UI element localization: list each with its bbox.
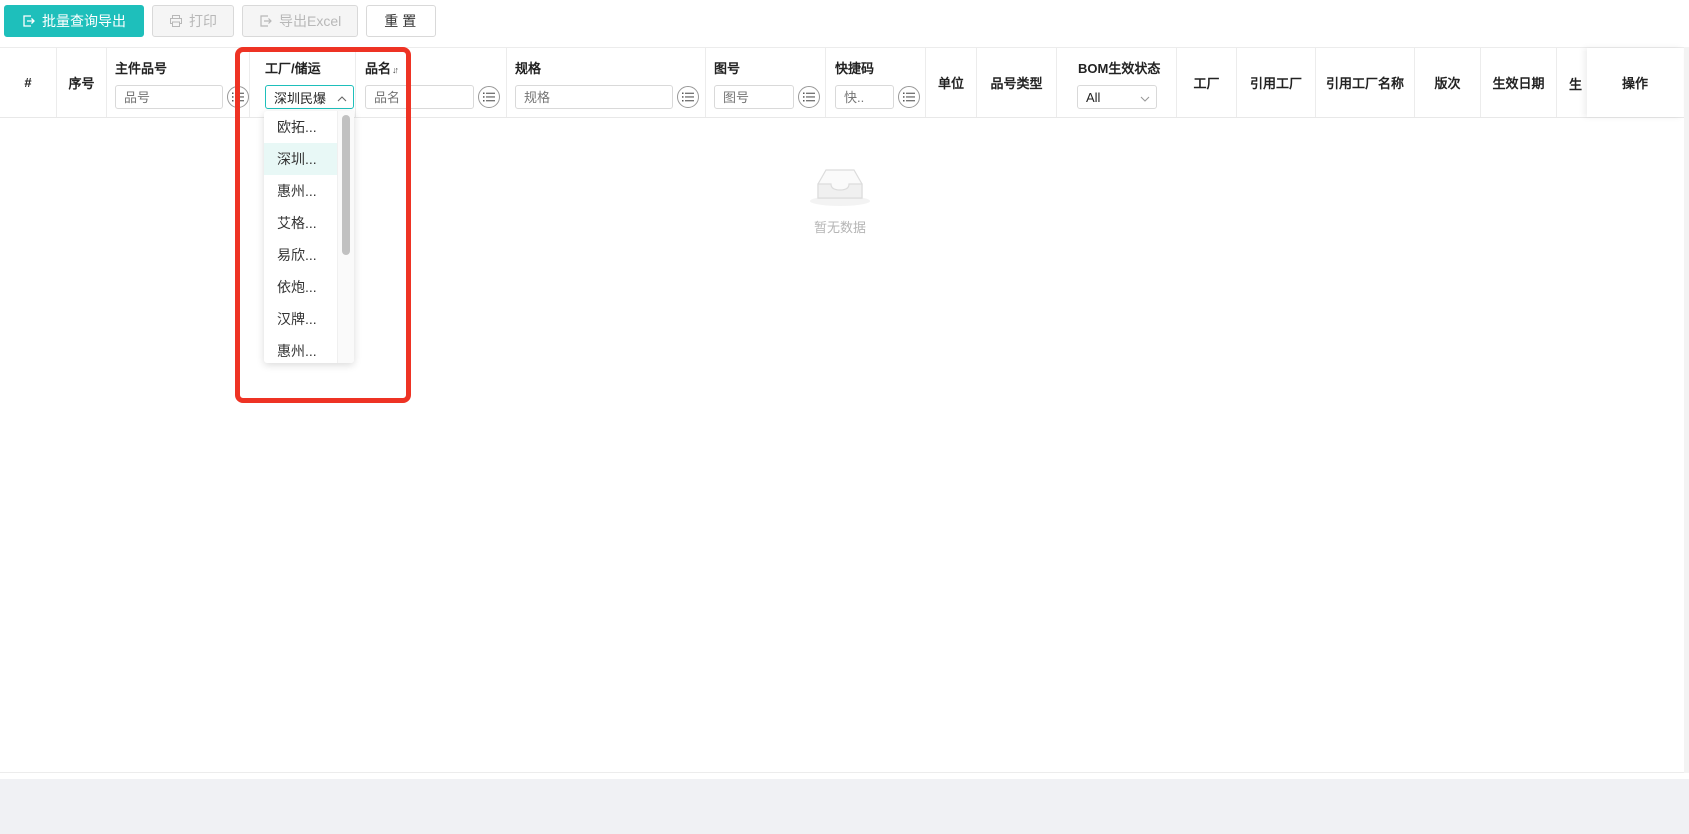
toolbar: 批量查询导出 打印 导出Excel 重置 xyxy=(4,5,437,37)
col-spec-title: 规格 xyxy=(515,61,542,76)
col-unit-title: 单位 xyxy=(937,76,964,91)
export-icon xyxy=(22,14,36,28)
col-ref-plant-title: 引用工厂 xyxy=(1249,76,1302,91)
col-ref-plant: 引用工厂 xyxy=(1237,48,1316,117)
drawing-no-filter-input[interactable] xyxy=(714,85,794,109)
col-drawing-no: 图号 xyxy=(706,48,826,117)
col-version-title: 版次 xyxy=(1434,76,1461,91)
vertical-scrollbar[interactable] xyxy=(1684,47,1689,773)
bom-status-filter-value: All xyxy=(1086,89,1101,105)
col-drawing-no-title: 图号 xyxy=(714,61,741,76)
printer-icon xyxy=(169,14,183,28)
col-shortcut-code: 快捷码 xyxy=(826,48,926,117)
list-filter-icon[interactable] xyxy=(798,86,820,108)
shortcut-code-filter-input[interactable] xyxy=(835,85,894,109)
col-operation-title: 操作 xyxy=(1621,76,1648,91)
col-ref-plant-name: 引用工厂名称 xyxy=(1316,48,1415,117)
col-version: 版次 xyxy=(1415,48,1481,117)
col-effective-date: 生效日期 xyxy=(1481,48,1557,117)
batch-export-button[interactable]: 批量查询导出 xyxy=(4,5,144,37)
spec-filter-input[interactable] xyxy=(515,85,673,109)
export-excel-label: 导出Excel xyxy=(279,13,342,29)
col-main-part-no-title: 主件品号 xyxy=(115,61,168,76)
export-icon xyxy=(259,14,273,28)
list-filter-icon[interactable] xyxy=(478,86,500,108)
col-plant-title: 工厂 xyxy=(1193,76,1220,91)
main-part-no-filter-input[interactable] xyxy=(115,85,223,109)
bom-status-filter-select[interactable]: All xyxy=(1077,85,1157,109)
annotation-highlight-box xyxy=(235,47,411,403)
col-partial: 生 xyxy=(1557,48,1587,117)
export-excel-button[interactable]: 导出Excel xyxy=(242,5,359,37)
list-filter-icon[interactable] xyxy=(677,86,699,108)
col-seq-title: 序号 xyxy=(68,76,95,91)
col-shortcut-code-title: 快捷码 xyxy=(835,61,875,76)
reset-button[interactable]: 重置 xyxy=(366,5,437,37)
col-ref-plant-name-title: 引用工厂名称 xyxy=(1325,76,1404,91)
col-seq: 序号 xyxy=(57,48,107,117)
list-filter-icon[interactable] xyxy=(898,86,920,108)
reset-label: 重置 xyxy=(384,13,421,29)
empty-inbox-icon xyxy=(808,169,872,212)
col-unit: 单位 xyxy=(926,48,977,117)
print-button[interactable]: 打印 xyxy=(152,5,234,37)
col-plant: 工厂 xyxy=(1177,48,1237,117)
col-effective-date-title: 生效日期 xyxy=(1492,76,1545,91)
page-footer-area xyxy=(0,779,1689,834)
col-part-type: 品号类型 xyxy=(977,48,1057,117)
col-part-type-title: 品号类型 xyxy=(990,76,1043,91)
empty-state: 暂无数据 xyxy=(790,164,890,236)
col-main-part-no: 主件品号 xyxy=(107,48,250,117)
col-hash: # xyxy=(0,48,57,117)
chevron-down-icon xyxy=(1140,90,1150,105)
col-bom-status: BOM生效状态 All xyxy=(1057,48,1177,117)
col-hash-title: # xyxy=(24,75,32,90)
col-spec: 规格 xyxy=(507,48,706,117)
col-bom-status-title: BOM生效状态 xyxy=(1078,61,1161,76)
print-label: 打印 xyxy=(189,13,217,29)
empty-text: 暂无数据 xyxy=(813,220,866,235)
col-operation: 操作 xyxy=(1587,48,1683,117)
col-partial-title: 生 xyxy=(1569,77,1583,92)
batch-export-label: 批量查询导出 xyxy=(42,13,126,29)
